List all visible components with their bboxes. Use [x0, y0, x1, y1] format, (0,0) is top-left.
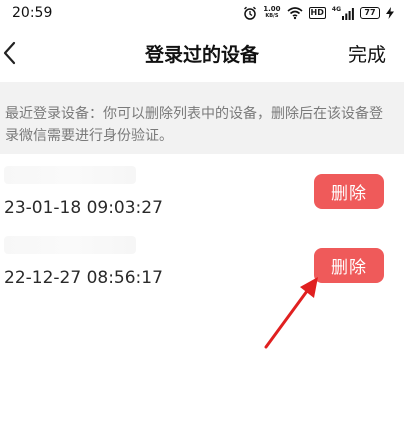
net-speed-indicator: 1.00 KB/S [263, 6, 280, 20]
device-login-time: 23-01-18 09:03:27 [4, 198, 163, 218]
hd-badge: HD [308, 7, 326, 19]
battery-level: 77 [364, 8, 376, 17]
device-list: 23-01-18 09:03:27 删除 22-12-27 08:56:17 删… [0, 154, 404, 294]
battery-indicator: 77 [360, 7, 380, 19]
net-speed-value: 1.00 [263, 5, 281, 13]
delete-button[interactable]: 删除 [314, 248, 384, 283]
device-name-blurred [4, 236, 136, 254]
status-bar: 20:59 1.00 KB/S HD 4G 77 [0, 0, 404, 26]
charging-icon [386, 7, 394, 19]
wifi-icon [287, 7, 303, 20]
signal-icon [342, 7, 354, 20]
signal-type-label: 4G [331, 5, 341, 13]
chevron-left-icon [3, 41, 16, 65]
done-button[interactable]: 完成 [348, 40, 386, 67]
net-speed-unit: KB/S [265, 13, 279, 19]
alarm-icon [244, 6, 257, 20]
device-row: 23-01-18 09:03:27 删除 [0, 154, 404, 224]
device-name-blurred [4, 166, 136, 184]
status-icons: 1.00 KB/S HD 4G 77 [243, 4, 394, 22]
notice-text: 最近登录设备：你可以删除列表中的设备，删除后在该设备登录微信需要进行身份验证。 [0, 82, 404, 154]
status-time: 20:59 [12, 5, 53, 21]
device-login-time: 22-12-27 08:56:17 [4, 268, 163, 288]
delete-button[interactable]: 删除 [314, 174, 384, 209]
nav-bar: 登录过的设备 完成 [0, 26, 404, 80]
device-row: 22-12-27 08:56:17 删除 [0, 224, 404, 294]
back-button[interactable] [0, 34, 36, 72]
page-title: 登录过的设备 [144, 44, 259, 66]
signal-indicator: 4G [331, 5, 354, 20]
